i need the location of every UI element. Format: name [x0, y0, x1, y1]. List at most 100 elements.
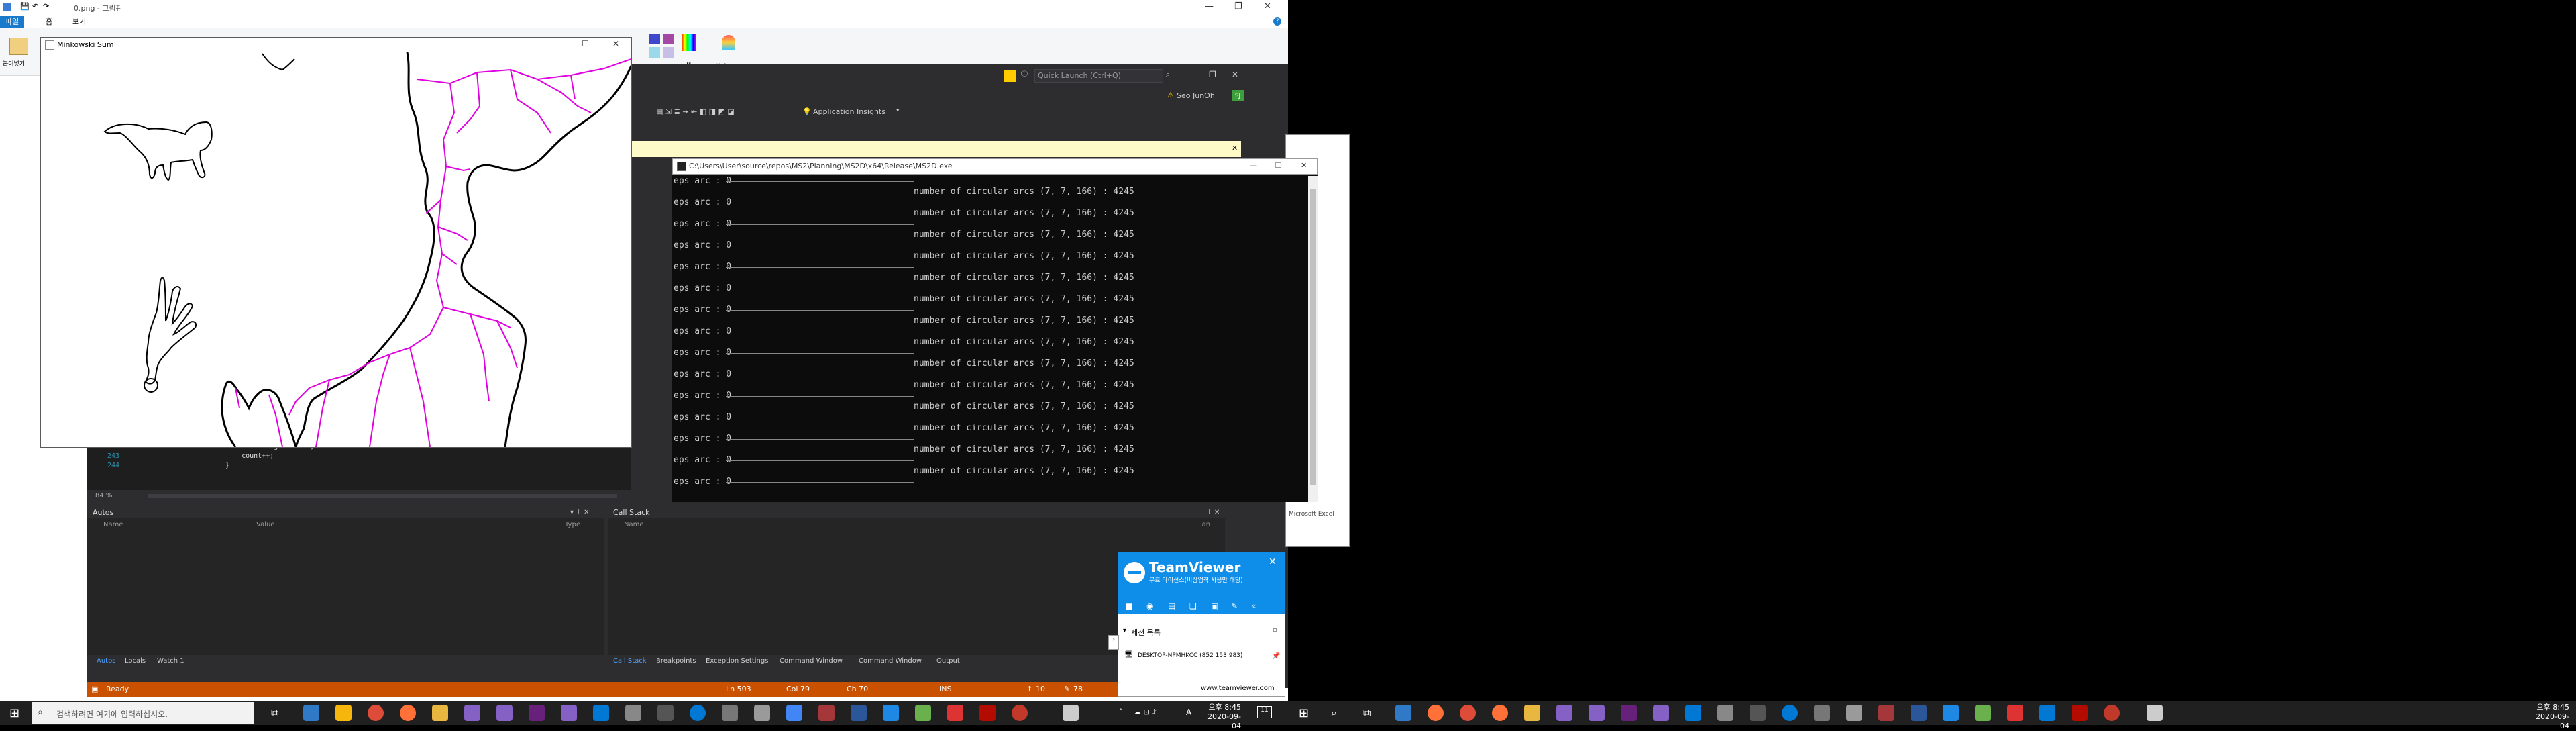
app3-icon[interactable]	[786, 705, 802, 721]
app7-icon[interactable]	[947, 705, 963, 721]
paint-close-button[interactable]: ✕	[1264, 1, 1271, 11]
vs-maximize-button[interactable]: ❐	[1209, 70, 1216, 79]
notification-icon[interactable]: 11	[1257, 706, 1272, 718]
search-icon[interactable]: ⌕	[1166, 70, 1170, 79]
vs-minimize-button[interactable]: —	[1189, 70, 1197, 79]
app-icon[interactable]	[625, 705, 641, 721]
column-type[interactable]: Type	[565, 521, 580, 530]
console-minimize-button[interactable]: —	[1250, 161, 1257, 170]
minkowski-close-button[interactable]: ✕	[612, 39, 619, 48]
visual-studio-2-icon[interactable]	[496, 705, 513, 721]
teamviewer-link[interactable]: www.teamviewer.com	[1201, 685, 1275, 692]
session-device[interactable]: DESKTOP-NPMHKCC (852 153 983)	[1138, 652, 1242, 659]
toolbar-icons[interactable]: ▤ ⇲ ≣ ⇥ ⇤ ◧ ◨ ◩ ◪	[656, 107, 735, 116]
tray-icons[interactable]: ☁ ⊡ ♪	[1134, 708, 1157, 716]
taskbar-search-input[interactable]: ⌕ 검색하려면 여기에 입력하십시오.	[32, 702, 254, 724]
active-app-icon[interactable]	[1063, 705, 1079, 721]
outlook-icon-2[interactable]	[1685, 705, 1701, 721]
app4-icon[interactable]	[818, 705, 835, 721]
windows-start-icon-2[interactable]: ⊞	[1299, 706, 1309, 720]
zoom-level[interactable]: 84 %	[95, 492, 112, 499]
vs-close-button[interactable]: ✕	[1232, 70, 1238, 79]
windows-start-icon[interactable]: ⊞	[9, 706, 19, 720]
paint-task-icon[interactable]	[754, 705, 770, 721]
session-chevron-icon[interactable]: ▾	[1123, 627, 1126, 634]
help-icon[interactable]: ?	[1273, 17, 1281, 26]
tab-command-window-2[interactable]: Command Window	[859, 657, 922, 665]
app2-icon-2[interactable]	[1814, 705, 1830, 721]
visual-studio-icon-3[interactable]	[1589, 705, 1605, 721]
status-edit-count[interactable]: 78	[1073, 685, 1083, 693]
console-output[interactable]: eps arc : 0 number of circular arcs (7, 7…	[672, 176, 1308, 501]
edge-legacy-icon-2[interactable]	[1782, 705, 1798, 721]
quick-launch-input[interactable]: Quick Launch (Ctrl+Q)	[1034, 69, 1163, 83]
app4-icon-2[interactable]	[1878, 705, 1894, 721]
paint3d-icon[interactable]	[722, 35, 735, 50]
status-up-count[interactable]: 10	[1036, 685, 1045, 693]
pin-icon[interactable]: ▾ ⊥ ✕	[570, 509, 589, 516]
collapse-icon[interactable]: «	[1251, 601, 1256, 611]
app2-icon[interactable]	[722, 705, 738, 721]
paint-minimize-button[interactable]: —	[1205, 1, 1214, 11]
files-icon[interactable]: ❏	[1189, 601, 1197, 611]
visual-studio-3-icon[interactable]	[529, 705, 545, 721]
firefox-icon-3[interactable]	[1492, 705, 1508, 721]
pin-icon[interactable]: ⊥ ✕	[1206, 509, 1220, 516]
chrome-icon-2[interactable]	[1460, 705, 1476, 721]
tab-autos[interactable]: Autos	[97, 657, 115, 665]
app-icon-2[interactable]	[1717, 705, 1733, 721]
status-ins[interactable]: INS	[939, 685, 951, 693]
pin-icon[interactable]: 📌	[1272, 652, 1280, 660]
firefox-icon-2[interactable]	[1428, 705, 1444, 721]
console-scrollbar[interactable]	[1308, 176, 1318, 502]
visual-studio-icon-4[interactable]	[1621, 705, 1637, 721]
tray-chevron-icon[interactable]: ˄	[1119, 708, 1123, 716]
save-icon[interactable]: 💾	[20, 2, 30, 11]
tab-output[interactable]: Output	[936, 657, 960, 665]
word-icon[interactable]	[851, 705, 867, 721]
status-line[interactable]: Ln 503	[726, 685, 751, 693]
explorer-icon[interactable]	[335, 705, 352, 721]
stop-icon[interactable]: ▣	[1211, 601, 1218, 611]
word-icon-2[interactable]	[1911, 705, 1927, 721]
color-swatch-blue[interactable]	[649, 34, 660, 44]
undo-icon[interactable]: ↶	[32, 2, 38, 11]
app-insights-label[interactable]: Application Insights	[813, 107, 885, 116]
gear-icon[interactable]: ⚙	[1272, 627, 1278, 634]
edit-colors-icon[interactable]	[682, 34, 696, 51]
folder-icon-2[interactable]	[1524, 705, 1540, 721]
visual-studio-icon-2[interactable]	[1556, 705, 1572, 721]
visual-studio-icon-5[interactable]	[1653, 705, 1669, 721]
task-view-icon[interactable]: ⧉	[271, 706, 278, 720]
acrobat-icon[interactable]	[979, 705, 996, 721]
task-view-icon-2[interactable]: ⧉	[1363, 706, 1371, 720]
visual-studio-icon[interactable]	[464, 705, 480, 721]
console-task-icon[interactable]	[657, 705, 674, 721]
minkowski-canvas[interactable]	[41, 52, 633, 448]
outlook-icon[interactable]	[593, 705, 609, 721]
edge-icon[interactable]	[303, 705, 319, 721]
paint-task-icon-2[interactable]	[1846, 705, 1862, 721]
status-col[interactable]: Col 79	[786, 685, 810, 693]
teamviewer-close-button[interactable]: ✕	[1269, 556, 1277, 567]
search-icon-2[interactable]: ⌕	[1331, 706, 1337, 720]
tab-home[interactable]: 홈	[40, 16, 58, 28]
chat-icon[interactable]: ▤	[1168, 601, 1175, 611]
edge-icon-2[interactable]	[1395, 705, 1411, 721]
tab-exception-settings[interactable]: Exception Settings	[706, 657, 768, 665]
color-swatch-purple[interactable]	[663, 34, 674, 44]
app5-icon-2[interactable]	[1943, 705, 1959, 721]
console-maximize-button[interactable]: ❐	[1275, 161, 1282, 170]
app9-icon-2[interactable]	[2039, 705, 2055, 721]
editor-hscroll[interactable]: 84 %	[87, 490, 631, 502]
status-ch[interactable]: Ch 70	[847, 685, 868, 693]
color-swatch-lightblue[interactable]	[649, 47, 660, 58]
paste-icon[interactable]	[9, 38, 28, 55]
redo-icon[interactable]: ↷	[43, 2, 49, 11]
clock-secondary[interactable]: 오후 8:45 2020-09-04	[2529, 703, 2569, 731]
app5-icon[interactable]	[883, 705, 899, 721]
tab-callstack[interactable]: Call Stack	[613, 657, 647, 665]
minkowski-maximize-button[interactable]: ☐	[582, 39, 589, 48]
firefox-icon[interactable]	[400, 705, 416, 721]
audio-icon[interactable]: ◉	[1146, 601, 1153, 611]
